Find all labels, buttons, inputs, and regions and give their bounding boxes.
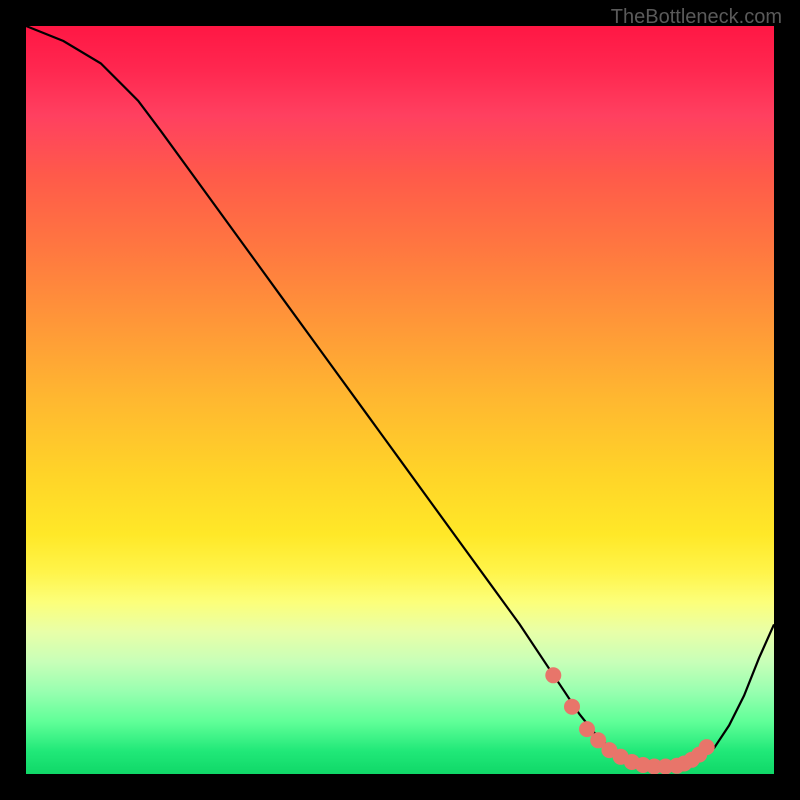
chart-svg (26, 26, 774, 774)
marker-dot (699, 739, 715, 755)
watermark-text: TheBottleneck.com (611, 6, 782, 29)
marker-dots-group (545, 667, 714, 774)
chart-plot-area (26, 26, 774, 774)
bottleneck-curve-line (26, 26, 774, 767)
marker-dot (564, 699, 580, 715)
marker-dot (545, 667, 561, 683)
